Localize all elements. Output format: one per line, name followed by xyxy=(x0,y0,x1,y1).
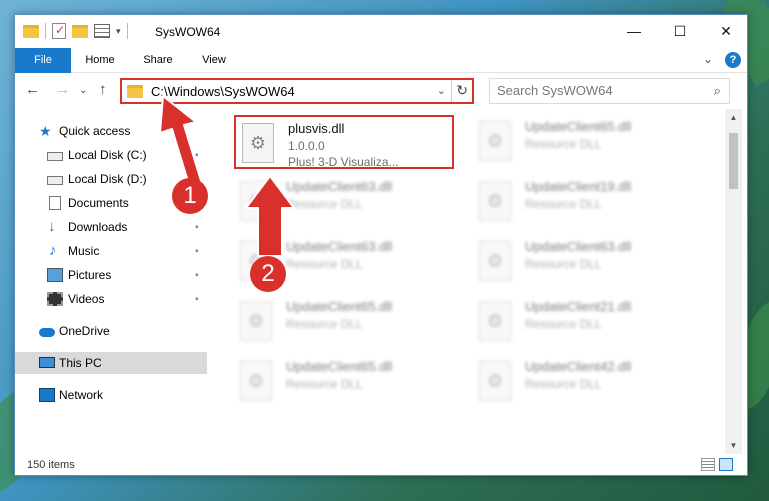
annotation-arrows xyxy=(159,95,295,257)
callout-number-1: 1 xyxy=(172,178,208,214)
arrow-1 xyxy=(159,95,203,189)
callout-number-2: 2 xyxy=(250,256,286,292)
arrow-2 xyxy=(245,175,295,257)
